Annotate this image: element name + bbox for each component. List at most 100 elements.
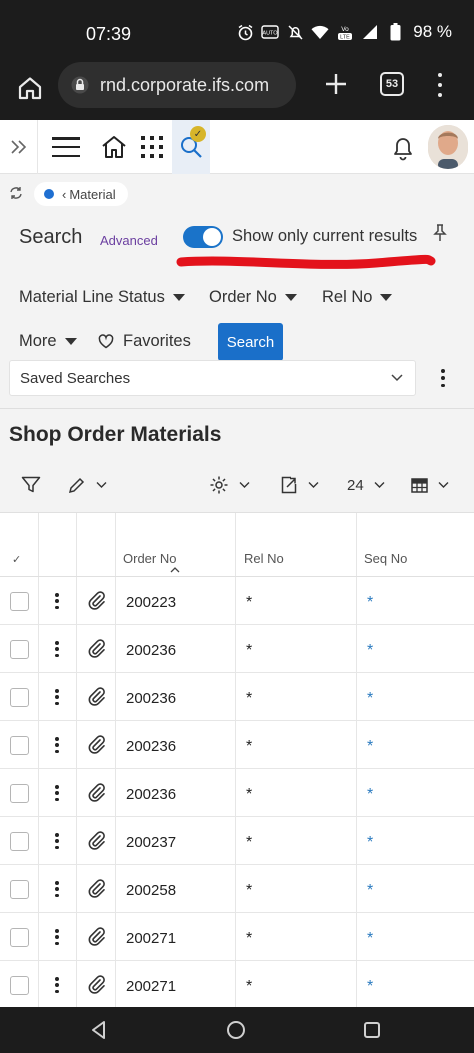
- user-avatar[interactable]: [428, 125, 468, 169]
- app-content: ✓ ‹ Material Search Advanced Show only c…: [0, 120, 474, 1007]
- cell-seq-no[interactable]: *: [367, 738, 373, 756]
- table-row[interactable]: 200236 * *: [0, 721, 474, 769]
- hamburger-menu-icon[interactable]: [52, 134, 80, 160]
- attachment-icon[interactable]: [87, 830, 105, 850]
- cell-rel-no: *: [246, 738, 253, 755]
- home-circle-icon[interactable]: [225, 1019, 247, 1041]
- advanced-search-link[interactable]: Advanced: [100, 233, 158, 248]
- column-header-order-no[interactable]: Order No: [123, 551, 176, 566]
- attachment-icon[interactable]: [87, 638, 105, 658]
- saved-searches-dropdown[interactable]: Saved Searches: [9, 360, 416, 396]
- attachment-icon[interactable]: [87, 782, 105, 802]
- table-row[interactable]: 200271 * *: [0, 913, 474, 961]
- pin-icon[interactable]: [433, 224, 447, 242]
- cell-seq-no[interactable]: *: [367, 834, 373, 852]
- cell-seq-no[interactable]: *: [367, 930, 373, 948]
- select-all-checkmark-icon[interactable]: ✓: [12, 553, 21, 566]
- table-row[interactable]: 200237 * *: [0, 817, 474, 865]
- filter-more[interactable]: More: [19, 332, 77, 351]
- cell-seq-no[interactable]: *: [367, 594, 373, 612]
- breadcrumb-chip[interactable]: ‹ Material: [34, 182, 128, 206]
- row-menu-icon[interactable]: [55, 977, 59, 993]
- table-row[interactable]: 200236 * *: [0, 769, 474, 817]
- table-header: ✓ Order No Rel No Seq No: [0, 513, 474, 577]
- system-navigation-bar: [0, 1007, 474, 1053]
- table-view-menu[interactable]: [411, 473, 449, 497]
- row-checkbox[interactable]: [10, 592, 29, 611]
- heart-icon: [98, 334, 114, 349]
- new-tab-button[interactable]: [320, 68, 352, 100]
- expand-icon[interactable]: [0, 120, 38, 174]
- cell-seq-no[interactable]: *: [367, 642, 373, 660]
- filter-label: Material Line Status: [19, 288, 165, 306]
- filter-order-no[interactable]: Order No: [209, 288, 297, 307]
- table-row[interactable]: 200223 * *: [0, 577, 474, 625]
- row-menu-icon[interactable]: [55, 737, 59, 753]
- attachment-icon[interactable]: [87, 734, 105, 754]
- saved-searches-more-icon[interactable]: [440, 369, 446, 387]
- address-bar[interactable]: rnd.corporate.ifs.com: [58, 62, 296, 108]
- pencil-icon: [68, 477, 85, 494]
- row-checkbox[interactable]: [10, 784, 29, 803]
- do-not-disturb-icon: [286, 23, 304, 41]
- row-menu-icon[interactable]: [55, 641, 59, 657]
- cell-order-no: 200236: [126, 642, 177, 659]
- row-menu-icon[interactable]: [55, 881, 59, 897]
- row-checkbox[interactable]: [10, 688, 29, 707]
- cell-seq-no[interactable]: *: [367, 978, 373, 996]
- row-checkbox[interactable]: [10, 880, 29, 899]
- row-menu-icon[interactable]: [55, 785, 59, 801]
- filter-icon[interactable]: [21, 473, 41, 497]
- page-size-menu[interactable]: 24: [347, 473, 385, 497]
- column-header-seq-no[interactable]: Seq No: [364, 551, 407, 566]
- edit-menu[interactable]: [68, 473, 107, 497]
- search-button[interactable]: Search: [218, 323, 283, 361]
- row-checkbox[interactable]: [10, 736, 29, 755]
- filter-rel-no[interactable]: Rel No: [322, 288, 393, 307]
- breadcrumb: ‹ Material: [0, 175, 474, 211]
- cell-order-no: 200223: [126, 594, 177, 611]
- row-menu-icon[interactable]: [55, 593, 59, 609]
- cell-rel-no: *: [246, 786, 253, 803]
- table-row[interactable]: 200236 * *: [0, 673, 474, 721]
- apps-grid-icon[interactable]: [141, 136, 163, 158]
- attachment-icon[interactable]: [87, 974, 105, 994]
- row-menu-icon[interactable]: [55, 929, 59, 945]
- row-checkbox[interactable]: [10, 976, 29, 995]
- table-row[interactable]: 200258 * *: [0, 865, 474, 913]
- volte-icon: Vo LTE: [336, 23, 354, 41]
- browser-menu-button[interactable]: [430, 70, 450, 100]
- cell-seq-no[interactable]: *: [367, 690, 373, 708]
- column-header-rel-no[interactable]: Rel No: [244, 551, 284, 566]
- attachment-icon[interactable]: [87, 878, 105, 898]
- favorites-button[interactable]: Favorites: [98, 332, 191, 351]
- lock-icon: [70, 75, 90, 95]
- tab-switcher-button[interactable]: 53: [380, 72, 404, 96]
- table-row[interactable]: 200236 * *: [0, 625, 474, 673]
- status-bar: 07:39 AUTO Vo LTE 98 %: [0, 0, 474, 62]
- cell-seq-no[interactable]: *: [367, 786, 373, 804]
- filter-material-line-status[interactable]: Material Line Status: [19, 288, 185, 307]
- attachment-icon[interactable]: [87, 686, 105, 706]
- recents-icon[interactable]: [361, 1019, 383, 1041]
- back-icon[interactable]: [88, 1019, 110, 1041]
- row-menu-icon[interactable]: [55, 833, 59, 849]
- row-menu-icon[interactable]: [55, 689, 59, 705]
- row-checkbox[interactable]: [10, 640, 29, 659]
- browser-home-button[interactable]: [14, 72, 46, 104]
- home-icon[interactable]: [100, 133, 128, 161]
- attachment-icon[interactable]: [87, 926, 105, 946]
- current-results-toggle[interactable]: [183, 226, 223, 248]
- svg-text:Vo: Vo: [341, 26, 349, 33]
- table-row[interactable]: 200271 * *: [0, 961, 474, 1007]
- cell-order-no: 200258: [126, 882, 177, 899]
- refresh-icon[interactable]: [9, 186, 23, 200]
- row-checkbox[interactable]: [10, 928, 29, 947]
- notification-bell-icon[interactable]: [390, 134, 416, 162]
- row-checkbox[interactable]: [10, 832, 29, 851]
- settings-menu[interactable]: [209, 473, 250, 497]
- cell-seq-no[interactable]: *: [367, 882, 373, 900]
- export-menu[interactable]: [280, 473, 319, 497]
- sort-ascending-icon[interactable]: [170, 566, 180, 573]
- attachment-icon[interactable]: [87, 590, 105, 610]
